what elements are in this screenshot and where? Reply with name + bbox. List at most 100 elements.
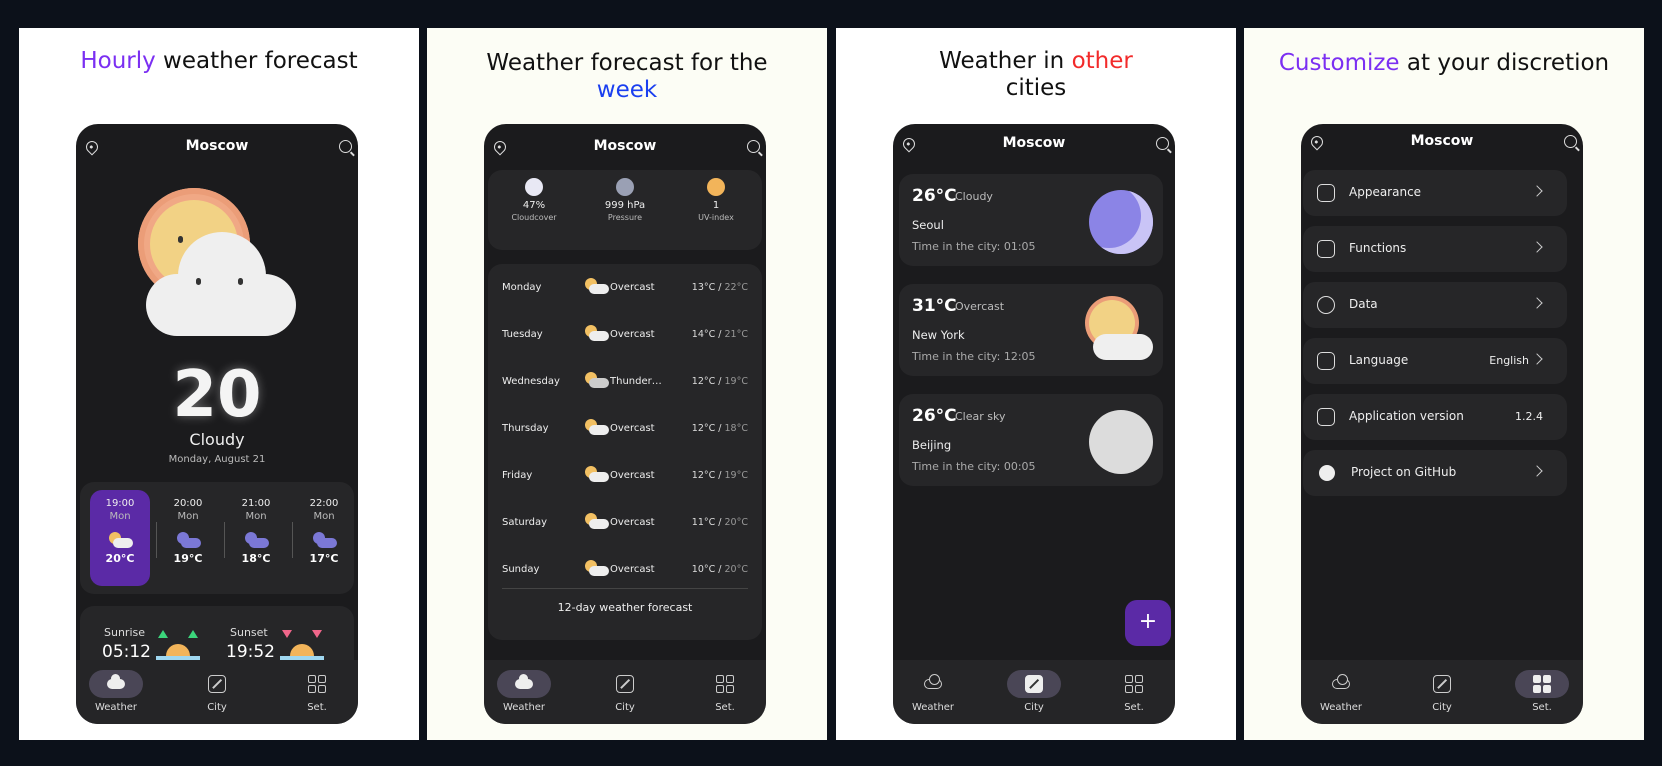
forecast-row[interactable]: Monday Overcast 13°C / 22°C — [488, 268, 762, 312]
sun-cloud-icon — [583, 278, 609, 296]
current-condition: Cloudy — [189, 430, 245, 449]
forecast-row[interactable]: Thursday Overcast 12°C / 18°C — [488, 409, 762, 453]
sunset-time: 19:52 — [226, 642, 275, 662]
search-icon[interactable] — [747, 140, 760, 153]
twelve-day-forecast-link[interactable]: 12-day weather forecast — [502, 588, 748, 614]
city-title: Moscow — [1002, 135, 1066, 151]
nav-city[interactable]: City — [590, 670, 660, 713]
city-icon — [1025, 675, 1043, 693]
search-icon[interactable] — [339, 140, 352, 153]
city-card[interactable]: 26°C Cloudy Seoul Time in the city: 01:05 — [899, 174, 1163, 266]
nav-weather[interactable]: Weather — [1306, 670, 1376, 713]
weather-icon — [515, 674, 533, 689]
nav-city[interactable]: City — [999, 670, 1069, 713]
hour-item[interactable]: 19:00 Mon 20°C — [90, 490, 150, 586]
nav-weather[interactable]: Weather — [898, 670, 968, 713]
stat-uv: 1 UV-index — [676, 178, 756, 222]
chevron-right-icon — [1531, 297, 1543, 309]
sun-cloud-illustration — [1089, 300, 1153, 364]
uv-sun-icon — [707, 178, 725, 196]
headline: Hourly weather forecast — [19, 48, 419, 75]
sunrise-label: Sunrise — [104, 626, 146, 639]
headline: Customize at your discretion — [1244, 50, 1644, 77]
headline-accent: week — [596, 77, 658, 103]
panel-settings: Customize at your discretion Moscow Appe… — [1244, 28, 1644, 740]
thunder-cloud-icon — [583, 372, 609, 390]
forecast-row[interactable]: Friday Overcast 12°C / 19°C — [488, 456, 762, 500]
settings-item-language[interactable]: Language English — [1303, 338, 1567, 384]
nav-settings[interactable]: Set. — [690, 670, 760, 713]
panel-cities: Weather in other cities Moscow 26°C Cloud… — [836, 28, 1236, 740]
nav-settings[interactable]: Set. — [1099, 670, 1169, 713]
weekly-forecast-card: Monday Overcast 13°C / 22°C Tuesday Overcas… — [488, 264, 762, 640]
hour-item[interactable]: 21:00 Mon 18°C — [226, 490, 286, 586]
nav-city[interactable]: City — [1407, 670, 1477, 713]
weather-icon — [924, 674, 942, 689]
headline-text: at your discretion — [1399, 50, 1610, 76]
settings-item-functions[interactable]: Functions — [1303, 226, 1567, 272]
headline: Weather in other cities — [836, 48, 1236, 102]
nav-city[interactable]: City — [182, 670, 252, 713]
chevron-right-icon — [1531, 241, 1543, 253]
version-icon — [1317, 408, 1335, 426]
city-title: Moscow — [1410, 133, 1474, 149]
sun-cloud-icon — [583, 466, 609, 484]
top-bar: Moscow — [484, 124, 766, 170]
phone-weekly: Moscow 47% Cloudcover 999 hPa Pressure 1 UV… — [484, 124, 766, 724]
moon-cloud-icon — [175, 532, 201, 550]
settings-grid-icon — [1125, 675, 1143, 693]
chevron-right-icon — [1531, 185, 1543, 197]
headline-text: Weather in — [939, 48, 1072, 74]
add-city-button[interactable]: + — [1125, 600, 1171, 646]
moon-cloud-icon — [311, 532, 337, 550]
sunrise-time: 05:12 — [102, 642, 151, 662]
city-title: Moscow — [185, 138, 249, 154]
chevron-right-icon — [1531, 353, 1543, 365]
city-icon — [1433, 675, 1451, 693]
headline-accent: Customize — [1278, 50, 1400, 76]
nav-weather[interactable]: Weather — [81, 670, 151, 713]
hour-item[interactable]: 20:00 Mon 19°C — [158, 490, 218, 586]
full-moon-illustration — [1089, 410, 1153, 474]
weather-icon — [107, 674, 125, 689]
stat-cloudcover: 47% Cloudcover — [494, 178, 574, 222]
nav-weather[interactable]: Weather — [489, 670, 559, 713]
chevron-right-icon — [1531, 465, 1543, 477]
bottom-navigation: Weather City Set. — [893, 660, 1175, 724]
headline-text: weather forecast — [155, 48, 358, 74]
city-title: Moscow — [593, 138, 657, 154]
settings-item-data[interactable]: Data — [1303, 282, 1567, 328]
forecast-row[interactable]: Tuesday Overcast 14°C / 21°C — [488, 315, 762, 359]
settings-item-version: Application version 1.2.4 — [1303, 394, 1567, 440]
settings-item-appearance[interactable]: Appearance — [1303, 170, 1567, 216]
hour-item[interactable]: 22:00 Mon 17°C — [294, 490, 354, 586]
phone-settings: Moscow Appearance Functions Data Languag… — [1301, 124, 1583, 724]
city-card[interactable]: 31°C Overcast New York Time in the city: 1… — [899, 284, 1163, 376]
box-icon — [1317, 296, 1335, 314]
terminal-icon — [1317, 240, 1335, 258]
forecast-row[interactable]: Saturday Overcast 11°C / 20°C — [488, 503, 762, 547]
nav-settings[interactable]: Set. — [1507, 670, 1577, 713]
settings-item-github[interactable]: Project on GitHub — [1303, 450, 1567, 496]
weather-icon — [1332, 674, 1350, 689]
settings-grid-icon — [308, 675, 326, 693]
sun-cloud-icon — [107, 532, 133, 550]
nav-settings[interactable]: Set. — [282, 670, 352, 713]
sunrise-icon — [156, 630, 200, 668]
headline-text: cities — [1005, 75, 1067, 101]
sun-cloud-icon — [583, 325, 609, 343]
phone-weather: Moscow 20 Cloudy Monday, August 21 19:00… — [76, 124, 358, 724]
current-date: Monday, August 21 — [168, 454, 266, 465]
bottom-navigation: Weather City Set. — [484, 660, 766, 724]
stats-card: 47% Cloudcover 999 hPa Pressure 1 UV-index — [488, 170, 762, 250]
city-card[interactable]: 26°C Clear sky Beijing Time in the city: 0… — [899, 394, 1163, 486]
search-icon[interactable] — [1564, 135, 1577, 148]
search-icon[interactable] — [1156, 137, 1169, 150]
cloud-illustration — [146, 232, 296, 336]
headline-accent: other — [1071, 48, 1133, 74]
settings-grid-icon — [716, 675, 734, 693]
forecast-row[interactable]: Wednesday Thunder… 12°C / 19°C — [488, 362, 762, 406]
sun-cloud-icon — [583, 560, 609, 578]
city-icon — [616, 675, 634, 693]
hourly-forecast-card[interactable]: 19:00 Mon 20°C 20:00 Mon 19°C 21:00 Mon 18°… — [80, 482, 354, 594]
